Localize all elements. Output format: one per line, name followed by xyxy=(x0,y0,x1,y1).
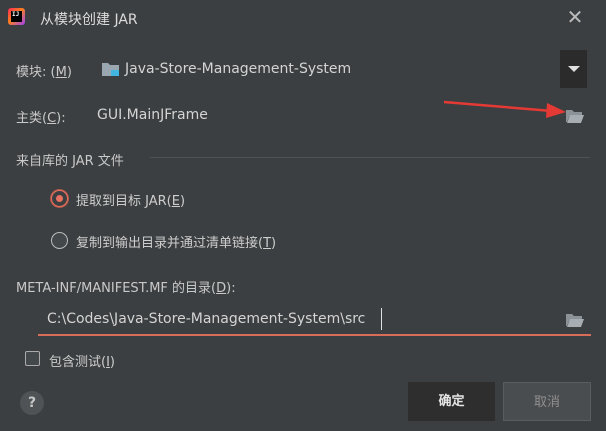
section-divider xyxy=(150,157,590,158)
help-button[interactable]: ? xyxy=(20,391,44,415)
intellij-app-icon: IJ xyxy=(8,8,25,25)
copy-and-link-label: 复制到输出目录并通过清单链接(T) xyxy=(76,236,277,251)
ok-button[interactable]: 确定 xyxy=(408,382,495,421)
copy-and-link-radio[interactable] xyxy=(51,232,68,249)
module-folder-icon xyxy=(102,63,119,76)
include-tests-label: 包含测试(I) xyxy=(49,355,115,370)
include-tests-checkbox[interactable] xyxy=(25,351,40,366)
module-select-value: Java-Store-Management-System xyxy=(125,61,352,77)
close-icon[interactable]: ✕ xyxy=(565,5,585,29)
manifest-dir-label: META-INF/MANIFEST.MF 的目录(D): xyxy=(16,281,236,296)
annotation-arrow xyxy=(443,100,566,118)
manifest-dir-value: C:\Codes\Java-Store-Management-System\sr… xyxy=(47,311,366,327)
cancel-button[interactable]: 取消 xyxy=(503,382,591,421)
module-label: 模块: (M) xyxy=(16,65,72,80)
folder-open-icon[interactable] xyxy=(566,313,584,327)
main-class-label: 主类(C): xyxy=(16,111,66,126)
dialog-title: 从模块创建 JAR xyxy=(40,12,138,28)
extract-to-jar-label: 提取到目标 JAR(E) xyxy=(76,194,186,209)
main-class-value: GUI.MainJFrame xyxy=(97,107,208,123)
library-section-title: 来自库的 JAR 文件 xyxy=(16,154,124,169)
chevron-down-icon xyxy=(568,66,580,72)
extract-to-jar-radio[interactable] xyxy=(51,190,68,207)
text-caret xyxy=(381,308,382,330)
